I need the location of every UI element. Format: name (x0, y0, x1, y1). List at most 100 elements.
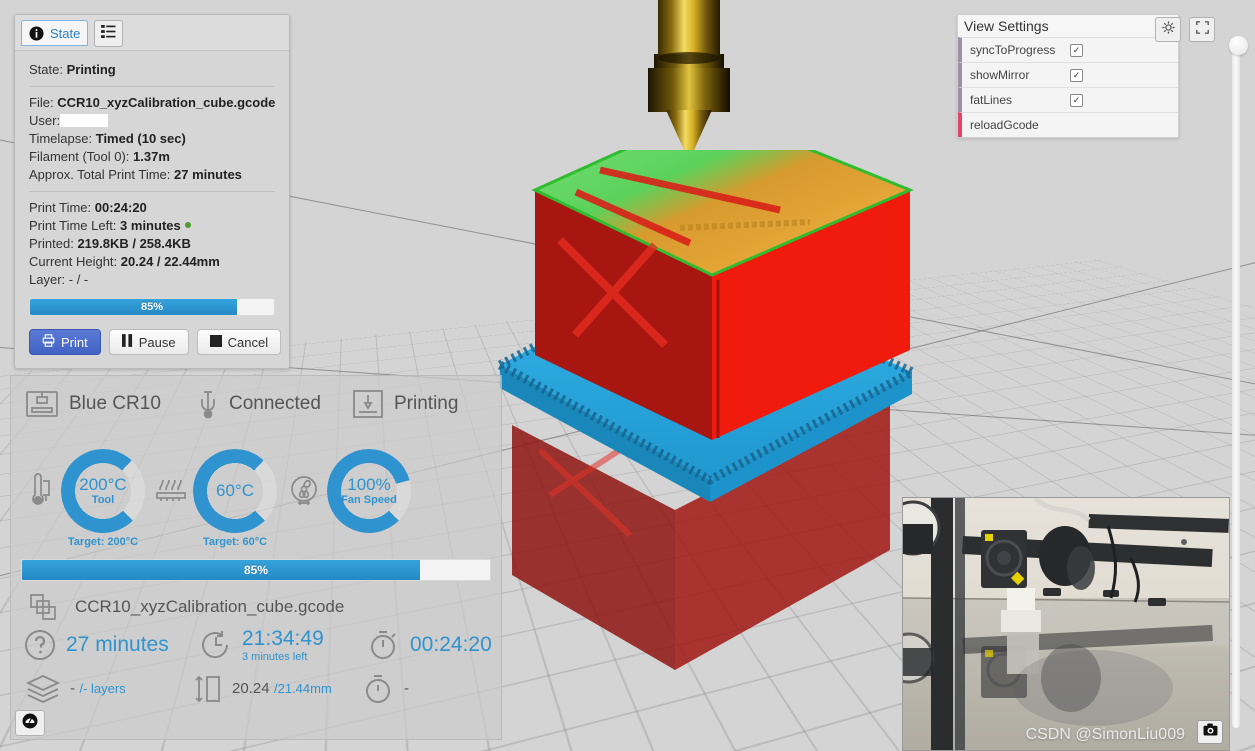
viewport-toolbar (1155, 17, 1215, 42)
webcam-stream[interactable]: CSDN @SimonLiu009 (902, 497, 1230, 751)
timer-cell: - (361, 672, 409, 706)
file-row: File: CCR10_xyzCalibration_cube.gcode (29, 94, 275, 112)
layer-label: Layer: (29, 272, 66, 287)
file-label: File: (29, 95, 54, 110)
synctoprogress-checkbox[interactable]: ✓ (1070, 43, 1083, 57)
print-time-left-row: Print Time Left: 3 minutes (29, 217, 275, 235)
gcode-model (480, 108, 930, 680)
synctoprogress-label: syncToProgress (970, 43, 1056, 57)
fan-gauge-sub: Fan Speed (341, 494, 397, 506)
printer-name: Blue CR10 (69, 393, 161, 414)
camera-icon (1203, 723, 1218, 741)
fan-gauge-center: 100% Fan Speed (327, 449, 411, 533)
view-settings-row-showmirror[interactable]: showMirror ✓ (958, 62, 1178, 87)
elapsed-time: 00:24:20 (410, 632, 492, 656)
timelapse-row: Timelapse: Timed (10 sec) (29, 130, 275, 148)
state-row: State: Printing (29, 61, 275, 79)
user-row: User: (29, 112, 275, 130)
job-progress-label: 85% (243, 563, 269, 577)
bed-temp-gauge: 60°C Target: 60°C (193, 449, 277, 548)
layer-row: Layer: - / - (29, 271, 275, 289)
eta-time: 21:34:49 (242, 627, 324, 650)
view-settings-row-reloadgcode[interactable]: reloadGcode (958, 112, 1178, 137)
settings-gear-button[interactable] (1155, 17, 1181, 42)
total-time-label: Approx. Total Print Time: (29, 167, 171, 182)
tool-temp-value: 200°C (79, 475, 127, 494)
job-control-buttons: Print Pause Cancel (29, 329, 282, 355)
layer-slider-handle[interactable] (1229, 36, 1248, 55)
fullscreen-icon (1195, 20, 1209, 39)
view-settings-header: View Settings (958, 15, 1178, 37)
fatlines-checkbox[interactable]: ✓ (1070, 93, 1083, 107)
cancel-button[interactable]: Cancel (196, 329, 282, 355)
tab-state-label: State (50, 25, 81, 41)
fan-icon (287, 473, 321, 509)
layers-icon (25, 672, 61, 706)
fullscreen-button[interactable] (1189, 17, 1215, 42)
model-cube-icon (27, 591, 61, 623)
gauge-dashboard-icon (22, 713, 38, 734)
total-time-value: 27 minutes (174, 167, 242, 182)
current-height-row: Current Height: 20.24 / 22.44mm (29, 253, 275, 271)
layer-stats-row: - /- layers 20.24 /21.44mm - (11, 663, 501, 707)
list-view-button[interactable] (94, 20, 124, 47)
user-value-redacted (60, 114, 109, 127)
print-button[interactable]: Print (29, 329, 101, 355)
printer-status-panel: Blue CR10 Connected Printing 200°C Tool … (10, 375, 502, 740)
tool-gauge-center: 200°C Tool (61, 449, 145, 533)
timelapse-value: Timed (10 sec) (95, 131, 186, 146)
info-icon (29, 25, 44, 41)
layers-current: - (70, 679, 75, 697)
printed-label: Printed: (29, 236, 74, 251)
printer-name-item: Blue CR10 (25, 388, 197, 420)
extruder-icon (352, 388, 384, 420)
tool-gauge-unit: 200°C Tool Target: 200°C (27, 449, 145, 548)
height-icon (193, 671, 223, 707)
current-file-name: CCR10_xyzCalibration_cube.gcode (75, 597, 345, 616)
tab-state[interactable]: State (21, 20, 89, 46)
height-cell: 20.24 /21.44mm (193, 671, 361, 707)
job-progress-wrap: 85% (21, 559, 491, 581)
cancel-button-label: Cancel (227, 334, 269, 350)
print-time-left-label: Print Time Left: (29, 218, 117, 233)
view-settings-row-fatlines[interactable]: fatLines ✓ (958, 87, 1178, 112)
layers-cell: - /- layers (25, 672, 193, 706)
bed-gauge-unit: 60°C Target: 60°C (155, 449, 277, 548)
current-height-value: 20.24 / 22.44mm (120, 254, 220, 269)
camera-capture-button[interactable] (1197, 720, 1223, 744)
print-time-row: Print Time: 00:24:20 (29, 199, 275, 217)
showmirror-checkbox[interactable]: ✓ (1070, 68, 1083, 82)
bed-temp-value: 60°C (216, 481, 254, 500)
layer-slider-track[interactable] (1232, 46, 1240, 728)
divider (29, 86, 275, 87)
pause-icon (121, 334, 133, 350)
view-settings-row-synctoprogress[interactable]: syncToProgress ✓ (958, 37, 1178, 62)
dashboard-toggle-button[interactable] (15, 710, 45, 736)
fan-speed-value: 100% (347, 475, 391, 494)
divider (29, 191, 275, 192)
filament-value: 1.37m (133, 149, 170, 164)
tool-gauge-sub: Tool (91, 494, 115, 506)
connection-status: Connected (229, 393, 321, 414)
view-settings-title: View Settings (964, 18, 1049, 34)
bed-target-temp: Target: 60°C (202, 536, 268, 548)
job-state-item: Printing (352, 388, 458, 420)
showmirror-label: showMirror (970, 68, 1030, 82)
printed-value: 219.8KB / 258.4KB (77, 236, 191, 251)
layer-slider[interactable] (1229, 28, 1248, 728)
filament-label: Filament (Tool 0): (29, 149, 130, 164)
fan-gauge-unit: 100% Fan Speed (287, 449, 411, 533)
state-value: Printing (66, 62, 116, 77)
hotend-thermometer-icon (27, 471, 55, 511)
bed-gauge-center: 60°C (193, 449, 277, 533)
question-icon (23, 628, 57, 662)
print-time-label: Print Time: (29, 200, 92, 215)
timer-value: - (404, 680, 409, 698)
current-height-label: Current Height: (29, 254, 118, 269)
layers-total: /- layers (79, 680, 126, 696)
pause-button[interactable]: Pause (108, 329, 189, 355)
file-value: CCR10_xyzCalibration_cube.gcode (57, 95, 276, 110)
stop-icon (209, 334, 222, 350)
job-state: Printing (394, 393, 459, 414)
connection-item: Connected (197, 388, 352, 420)
